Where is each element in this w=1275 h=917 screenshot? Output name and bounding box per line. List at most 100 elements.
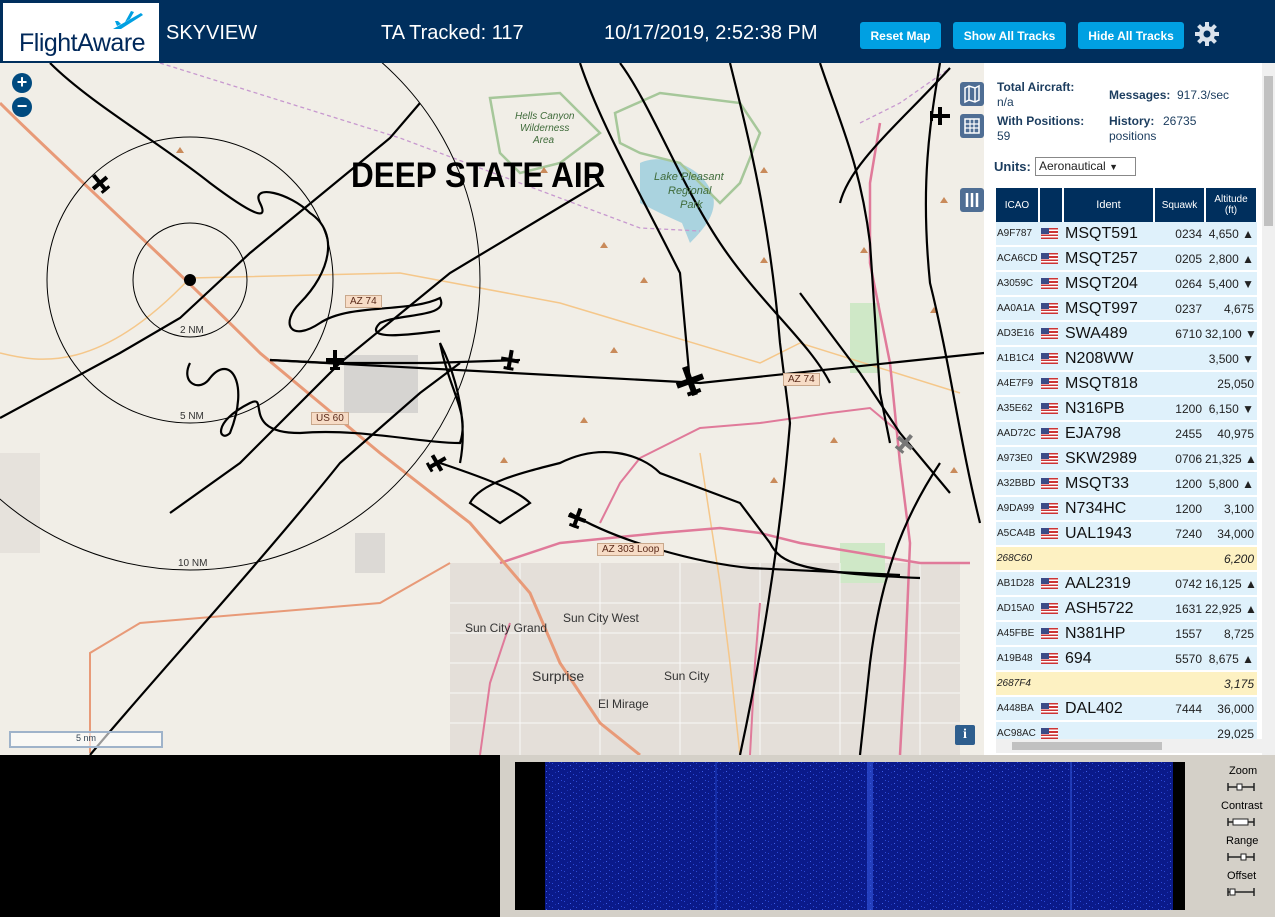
ident-cell xyxy=(1063,546,1154,572)
offset-slider-icon[interactable] xyxy=(1227,887,1255,897)
zoom-slider-icon[interactable] xyxy=(1227,782,1255,792)
flag-cell xyxy=(1039,446,1063,472)
ident-cell: 694 xyxy=(1063,646,1154,672)
gear-icon[interactable] xyxy=(1193,20,1221,48)
table-row[interactable]: A3059C MSQT204 0264 5,400 ▼ xyxy=(996,271,1257,297)
table-header-row: ICAO Ident Squawk Altitude (ft) xyxy=(996,188,1258,222)
us-flag-icon xyxy=(1041,652,1058,664)
ident-cell: MSQT33 xyxy=(1063,471,1154,497)
altitude-cell: 21,325 ▲ xyxy=(1205,446,1257,472)
hide-all-tracks-button[interactable]: Hide All Tracks xyxy=(1078,22,1184,49)
icao-cell: A19B48 xyxy=(996,646,1039,672)
column-header-squawk[interactable]: Squawk xyxy=(1154,188,1206,222)
spectrum-waterfall[interactable] xyxy=(515,762,1185,910)
map-scale-bar: 5 nm xyxy=(9,731,163,748)
map-layers-button[interactable] xyxy=(960,82,984,106)
flag-cell xyxy=(1039,296,1063,322)
flag-cell xyxy=(1039,571,1063,597)
table-row[interactable]: A1B1C4 N208WW 3,500 ▼ xyxy=(996,346,1257,372)
column-header-altitude[interactable]: Altitude (ft) xyxy=(1205,188,1258,222)
squawk-cell: 0264 xyxy=(1154,271,1205,297)
table-row[interactable]: AD3E16 SWA489 6710 32,100 ▼ xyxy=(996,321,1257,347)
contrast-slider-icon[interactable] xyxy=(1227,817,1255,827)
table-row[interactable]: A45FBE N381HP 1557 8,725 xyxy=(996,621,1257,647)
squawk-cell xyxy=(1154,546,1205,572)
zoom-out-button[interactable]: − xyxy=(12,97,32,117)
table-row[interactable]: 2687F4 3,175 xyxy=(996,671,1257,697)
flightaware-logo[interactable]: FlightAware xyxy=(3,3,159,61)
table-row[interactable]: A5CA4B UAL1943 7240 34,000 xyxy=(996,521,1257,547)
sidebar-vertical-scrollbar[interactable] xyxy=(1262,63,1275,755)
altitude-cell: 3,100 xyxy=(1205,496,1257,522)
table-row[interactable]: A9F787 MSQT591 0234 4,650 ▲ xyxy=(996,222,1257,247)
flag-cell xyxy=(1039,496,1063,522)
column-header-icao[interactable]: ICAO xyxy=(996,188,1040,222)
table-row[interactable]: AB1D28 AAL2319 0742 16,125 ▲ xyxy=(996,571,1257,597)
current-datetime: 10/17/2019, 2:52:38 PM xyxy=(604,22,818,44)
map-view[interactable]: 2 NM 5 NM 10 NM Hells Canyon Wilderness … xyxy=(0,63,984,755)
table-row[interactable]: A32BBD MSQT33 1200 5,800 ▲ xyxy=(996,471,1257,497)
squawk-cell xyxy=(1154,346,1205,372)
flag-cell xyxy=(1039,596,1063,622)
units-select[interactable]: Aeronautical ▼ xyxy=(1035,157,1136,176)
us-flag-icon xyxy=(1041,502,1058,514)
icao-cell: 2687F4 xyxy=(996,671,1039,697)
road-sign-az303: AZ 303 Loop xyxy=(597,543,665,556)
icao-cell: ACA6CD xyxy=(996,246,1039,272)
ident-cell: ASH5722 xyxy=(1063,596,1154,622)
columns-toggle-button[interactable] xyxy=(960,188,984,212)
table-row[interactable]: A9DA99 N734HC 1200 3,100 xyxy=(996,496,1257,522)
altitude-cell: 2,800 ▲ xyxy=(1205,246,1257,272)
icao-cell: AA0A1A xyxy=(996,296,1039,322)
table-row[interactable]: ACA6CD MSQT257 0205 2,800 ▲ xyxy=(996,246,1257,272)
icao-cell: A448BA xyxy=(996,696,1039,722)
history-value: 26735 xyxy=(1163,114,1197,128)
show-all-tracks-button[interactable]: Show All Tracks xyxy=(953,22,1066,49)
altitude-header-unit: (ft) xyxy=(1224,205,1238,216)
squawk-cell: 0234 xyxy=(1154,222,1205,247)
ident-cell: DAL402 xyxy=(1063,696,1154,722)
flag-cell xyxy=(1039,271,1063,297)
road-sign-az74-east: AZ 74 xyxy=(783,373,820,386)
table-row[interactable]: A448BA DAL402 7444 36,000 xyxy=(996,696,1257,722)
flag-cell xyxy=(1039,321,1063,347)
column-header-flag[interactable] xyxy=(1039,188,1064,222)
table-row[interactable]: A4E7F9 MSQT818 25,050 xyxy=(996,371,1257,397)
range-slider-icon[interactable] xyxy=(1227,852,1255,862)
zoom-in-button[interactable]: + xyxy=(12,73,32,93)
table-row[interactable]: A19B48 694 5570 8,675 ▲ xyxy=(996,646,1257,672)
altitude-cell: 4,675 xyxy=(1205,296,1257,322)
grid-toggle-button[interactable] xyxy=(960,114,984,138)
ta-tracked-count: TA Tracked: 117 xyxy=(381,22,524,44)
icao-cell: A32BBD xyxy=(996,471,1039,497)
icao-cell: A973E0 xyxy=(996,446,1039,472)
table-row[interactable]: AAD72C EJA798 2455 40,975 xyxy=(996,421,1257,447)
with-positions-value: 59 xyxy=(997,129,1011,143)
table-horizontal-scrollbar[interactable] xyxy=(996,739,1262,753)
scrollbar-thumb[interactable] xyxy=(1012,742,1162,750)
us-flag-icon xyxy=(1041,302,1058,314)
squawk-cell: 2455 xyxy=(1154,421,1205,447)
info-button[interactable]: i xyxy=(955,725,975,745)
us-flag-icon xyxy=(1041,477,1058,489)
icao-cell: A1B1C4 xyxy=(996,346,1039,372)
road-sign-us60: US 60 xyxy=(311,412,349,425)
contrast-label: Contrast xyxy=(1221,800,1263,812)
road-sign-az74-west: AZ 74 xyxy=(345,295,382,308)
zoom-label: Zoom xyxy=(1229,765,1258,777)
table-row[interactable]: 268C60 6,200 xyxy=(996,546,1257,572)
table-row[interactable]: AD15A0 ASH5722 1631 22,925 ▲ xyxy=(996,596,1257,622)
reset-map-button[interactable]: Reset Map xyxy=(860,22,941,49)
icao-cell: A4E7F9 xyxy=(996,371,1039,397)
table-row[interactable]: AA0A1A MSQT997 0237 4,675 xyxy=(996,296,1257,322)
total-aircraft-value: n/a xyxy=(997,95,1014,109)
altitude-cell: 16,125 ▲ xyxy=(1205,571,1257,597)
scrollbar-thumb[interactable] xyxy=(1264,76,1273,226)
ident-cell: N734HC xyxy=(1063,496,1154,522)
altitude-cell: 6,200 xyxy=(1205,546,1257,572)
icao-cell: A35E62 xyxy=(996,396,1039,422)
column-header-ident[interactable]: Ident xyxy=(1063,188,1155,222)
squawk-cell: 7240 xyxy=(1154,521,1205,547)
table-row[interactable]: A35E62 N316PB 1200 6,150 ▼ xyxy=(996,396,1257,422)
table-row[interactable]: A973E0 SKW2989 0706 21,325 ▲ xyxy=(996,446,1257,472)
